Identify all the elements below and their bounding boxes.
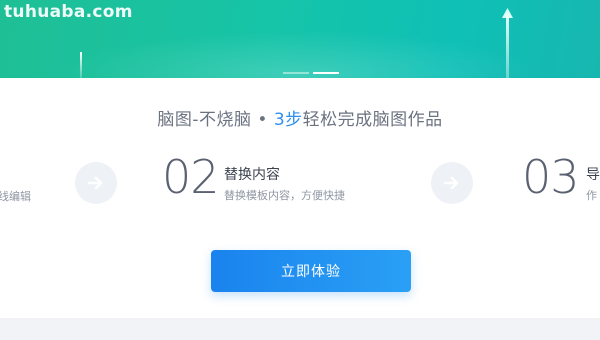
try-now-button[interactable]: 立即体验 <box>211 250 411 292</box>
headline-separator: • <box>257 110 268 130</box>
decorative-pole <box>80 52 82 78</box>
step-3-title: 导 <box>586 167 600 183</box>
hero-glow <box>60 30 540 78</box>
steps-card: 脑图-不烧脑 • 3步轻松完成脑图作品 线编辑 02 替换内容 替换模板内容，方… <box>0 78 600 318</box>
decorative-pole <box>506 14 509 78</box>
carousel-dots <box>283 72 339 74</box>
carousel-dot[interactable] <box>283 72 309 74</box>
arrow-right-icon <box>87 176 103 190</box>
headline-accent: 3步 <box>273 110 303 130</box>
arrow-right-icon <box>443 176 459 190</box>
step-3-number: 03 <box>522 150 580 204</box>
step-arrow <box>431 162 473 204</box>
step-arrow <box>75 162 117 204</box>
page-footer-band <box>0 318 600 340</box>
step-2-desc: 替换模板内容，方便快捷 <box>224 189 345 202</box>
carousel-dot-active[interactable] <box>313 72 339 74</box>
step-3-desc: 作 <box>586 189 597 202</box>
headline-prefix: 脑图-不烧脑 <box>157 110 252 130</box>
headline-suffix: 轻松完成脑图作品 <box>302 110 443 130</box>
watermark: tuhuaba.com <box>4 2 133 22</box>
step-2-number: 02 <box>162 150 220 204</box>
hero-banner: tuhuaba.com <box>0 0 600 78</box>
step-2-title: 替换内容 <box>224 167 280 183</box>
section-headline: 脑图-不烧脑 • 3步轻松完成脑图作品 <box>0 105 600 130</box>
step-1-desc: 线编辑 <box>0 190 31 203</box>
